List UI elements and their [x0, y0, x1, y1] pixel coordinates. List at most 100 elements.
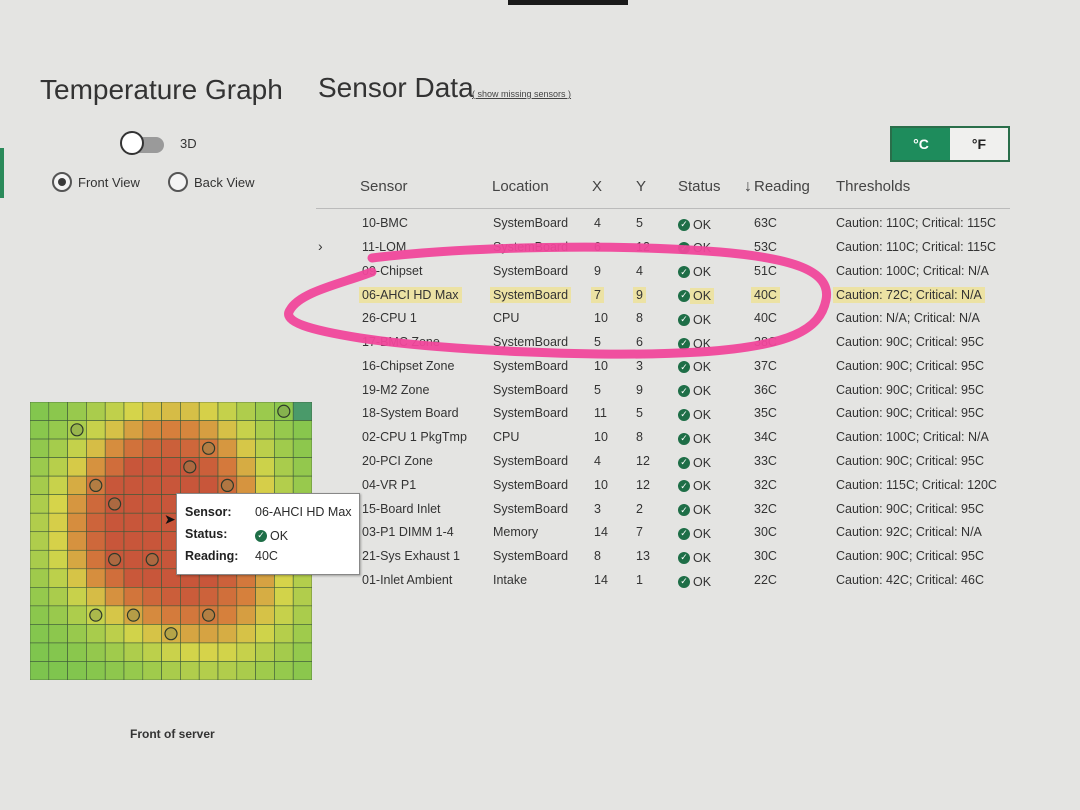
heatmap-cell — [255, 642, 275, 662]
sensor-marker[interactable] — [202, 441, 216, 455]
table-row[interactable]: 01-Inlet Ambient Intake 14 1 ✓ OK 22C Caution: … — [316, 568, 1016, 592]
sensor-marker[interactable] — [126, 608, 141, 622]
sensor-marker[interactable] — [107, 552, 122, 567]
heatmap-cell — [292, 624, 312, 644]
reading-cell: 30C — [754, 525, 777, 540]
tooltip-sensor-value: 06-AHCI HD Max — [255, 505, 352, 519]
status-cell: ✓ OK — [678, 216, 711, 232]
heatmap-cell — [67, 457, 87, 477]
sensor-marker[interactable] — [202, 608, 216, 622]
heatmap-cell — [86, 512, 106, 533]
back-view-radio[interactable]: Back View — [168, 172, 254, 192]
radio-selected-icon — [52, 172, 72, 192]
heatmap-cell — [292, 587, 312, 607]
heatmap-cell — [255, 587, 275, 607]
check-circle-icon: ✓ — [678, 242, 690, 255]
heatmap-cell — [104, 587, 125, 607]
table-row[interactable]: 18-System Board SystemBoard 11 5 ✓ OK 35C Cauti… — [316, 401, 1016, 425]
table-row[interactable]: 17-BMC Zone SystemBoard 5 6 ✓ OK 38C Caution: 9… — [316, 330, 1016, 354]
heatmap-cell — [142, 457, 162, 477]
reading-cell: 30C — [754, 549, 777, 564]
reading-cell: 34C — [754, 430, 777, 445]
heatmap-cell — [161, 642, 181, 662]
table-row[interactable]: 26-CPU 1 CPU 10 8 ✓ OK 40C Caution: N/A; Critic… — [316, 306, 1016, 330]
status-text: OK — [693, 265, 712, 280]
sensor-marker[interactable] — [183, 460, 197, 474]
table-row[interactable]: 06-AHCI HD Max SystemBoard 7 9 ✓ OK 40C Caution… — [316, 282, 1016, 306]
heatmap-cell — [48, 457, 68, 477]
location-cell: SystemBoard — [493, 335, 569, 349]
heatmap-cell — [142, 402, 162, 421]
column-header-status[interactable]: Status — [678, 178, 721, 195]
x-cell: 10 — [594, 430, 608, 445]
table-row[interactable]: 03-P1 DIMM 1-4 Memory 14 7 ✓ OK 30C Caution: 92… — [316, 520, 1016, 544]
heatmap-cell — [292, 420, 312, 440]
column-header-reading[interactable]: ↓ Reading — [744, 178, 810, 196]
heatmap-cell — [86, 531, 106, 551]
table-row[interactable]: 21-Sys Exhaust 1 SystemBoard 8 13 ✓ OK 30C Caut… — [316, 544, 1016, 568]
fahrenheit-button[interactable]: °F — [950, 128, 1008, 160]
heatmap-cell — [236, 661, 256, 680]
radio-unselected-icon — [168, 172, 188, 192]
sensor-marker[interactable] — [277, 404, 291, 418]
heatmap-cell — [180, 624, 200, 644]
celsius-button[interactable]: °C — [892, 128, 950, 160]
heatmap-cell — [142, 605, 162, 625]
status-cell: ✓ OK — [678, 240, 711, 255]
column-header-x[interactable]: X — [592, 178, 602, 195]
reading-cell: 38C — [754, 335, 777, 349]
table-row[interactable]: 04-VR P1 SystemBoard 10 12 ✓ OK 32C Caution: 11… — [316, 473, 1016, 497]
status-text: OK — [693, 526, 712, 541]
status-cell: ✓ OK — [678, 264, 712, 280]
sensor-cell: 01-Inlet Ambient — [362, 573, 453, 587]
heatmap-cell — [86, 587, 106, 607]
table-row[interactable]: 10-BMC SystemBoard 4 5 ✓ OK 63C Caution: 110C; … — [316, 211, 1016, 235]
heatmap-cell — [30, 661, 50, 680]
table-row[interactable]: 15-Board Inlet SystemBoard 3 2 ✓ OK 32C Caution… — [316, 497, 1016, 521]
status-text: OK — [693, 503, 712, 518]
heatmap-cell — [198, 624, 219, 644]
status-text: OK — [693, 384, 712, 399]
table-row[interactable]: 20-PCI Zone SystemBoard 4 12 ✓ OK 33C Caution: … — [316, 449, 1016, 473]
sensor-marker[interactable] — [89, 478, 103, 493]
sensor-marker[interactable] — [145, 552, 159, 567]
sensor-cell: 11-LOM — [362, 239, 407, 254]
table-row[interactable]: 19-M2 Zone SystemBoard 5 9 ✓ OK 36C Caution: 90… — [316, 378, 1016, 402]
sensor-marker[interactable] — [107, 497, 122, 511]
toggle-3d-switch[interactable] — [120, 131, 166, 157]
sensor-marker[interactable] — [89, 608, 103, 622]
heatmap-cell — [67, 531, 87, 551]
heatmap-cell — [86, 420, 106, 440]
x-cell: 7 — [591, 287, 604, 304]
x-cell: 14 — [594, 573, 608, 587]
show-missing-sensors-link[interactable]: ( show missing sensors ) — [472, 89, 571, 99]
x-cell: 6 — [594, 239, 601, 254]
column-header-sensor[interactable]: Sensor — [360, 178, 408, 195]
status-text: OK — [690, 287, 715, 304]
column-header-thresholds[interactable]: Thresholds — [836, 178, 910, 195]
table-row[interactable]: 16-Chipset Zone SystemBoard 10 3 ✓ OK 37C Cauti… — [316, 354, 1016, 378]
heatmap-cell — [123, 494, 144, 514]
table-row[interactable]: 11-LOM SystemBoard 6 12 ✓ OK 53C Caution: 110C;… — [316, 235, 1016, 259]
window-edge-accent — [0, 148, 4, 198]
heatmap-cell — [30, 549, 50, 570]
heatmap-cell — [217, 661, 238, 680]
heatmap-cell — [142, 587, 162, 607]
reading-cell: 36C — [754, 382, 777, 397]
sensor-marker[interactable] — [70, 423, 84, 437]
column-header-y[interactable]: Y — [636, 178, 646, 195]
heatmap-cell — [123, 587, 144, 607]
sensor-marker[interactable] — [220, 478, 234, 493]
heatmap-cell — [180, 642, 200, 662]
table-row[interactable]: 02-CPU 1 PkgTmp CPU 10 8 ✓ OK 34C Caution: 100C… — [316, 425, 1016, 449]
heatmap-cell — [274, 587, 294, 607]
heatmap-cell — [161, 475, 181, 495]
table-row[interactable]: 09-Chipset SystemBoard 9 4 ✓ OK 51C Caution: 10… — [316, 259, 1016, 283]
heatmap-cell — [30, 605, 50, 625]
sensor-marker[interactable] — [164, 627, 178, 641]
front-view-radio[interactable]: Front View — [52, 172, 140, 192]
column-header-location[interactable]: Location — [492, 178, 549, 195]
heatmap-cell — [123, 531, 144, 551]
status-cell: ✓ OK — [678, 525, 711, 541]
location-cell: SystemBoard — [493, 216, 569, 230]
